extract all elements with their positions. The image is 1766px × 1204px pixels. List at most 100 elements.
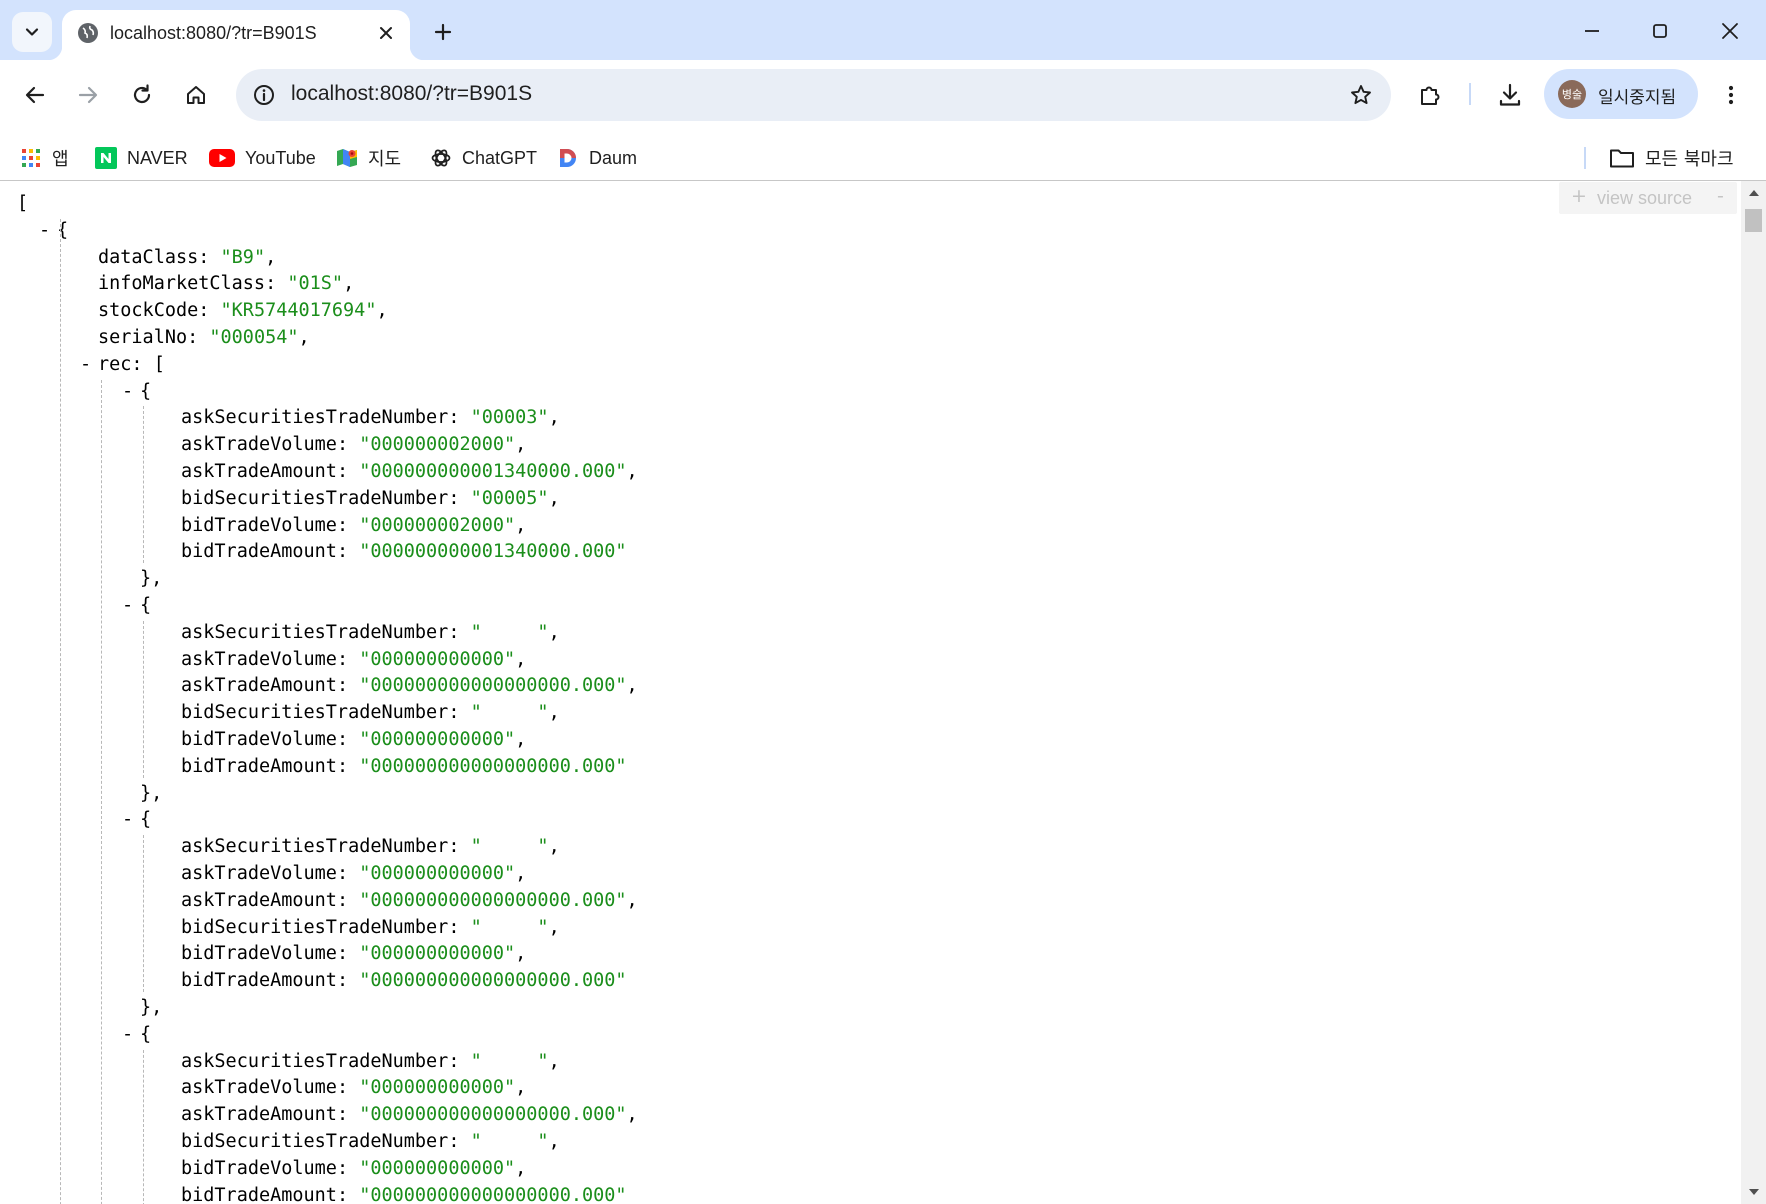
json-line: bidTradeAmount: "000000000001340000.000": [0, 538, 1700, 565]
reload-button[interactable]: [121, 74, 163, 116]
json-value: "000000000000000000.000": [359, 889, 627, 911]
json-line-content: askTradeAmount: "000000000000000000.000"…: [181, 1101, 638, 1128]
json-line-content: },: [140, 780, 162, 807]
json-line: bidSecuritiesTradeNumber: "00005",: [0, 485, 1700, 512]
scroll-up-button[interactable]: [1741, 181, 1766, 205]
collapse-all-button[interactable]: -: [1717, 185, 1724, 207]
download-icon: [1499, 83, 1521, 106]
bookmark-label: 지도: [368, 149, 402, 170]
bookmark-youtube[interactable]: YouTube: [209, 136, 316, 180]
json-punctuation: ,: [548, 702, 560, 724]
bookmark-maps[interactable]: 지도: [336, 136, 401, 180]
json-line: bidSecuritiesTradeNumber: " ",: [0, 914, 1700, 941]
json-value: " ": [470, 836, 549, 858]
json-line-content: {: [140, 378, 151, 405]
collapse-toggle[interactable]: -: [122, 592, 133, 619]
json-line-content: rec: [: [98, 351, 165, 378]
scrollbar-thumb[interactable]: [1745, 209, 1762, 232]
address-bar[interactable]: localhost:8080/?tr=B901S: [236, 69, 1391, 121]
view-source-control[interactable]: + view source -: [1559, 182, 1737, 214]
new-tab-button[interactable]: [426, 15, 460, 49]
json-key: rec: [98, 353, 132, 375]
json-colon: :: [336, 675, 360, 697]
collapse-toggle[interactable]: -: [122, 806, 133, 833]
json-punctuation: ,: [548, 1050, 560, 1072]
json-line-content: askTradeVolume: "000000002000",: [181, 431, 526, 458]
json-line: askSecuritiesTradeNumber: "00003",: [0, 404, 1700, 431]
json-line-content: askSecuritiesTradeNumber: " ",: [181, 833, 560, 860]
minimize-button[interactable]: [1566, 10, 1618, 52]
vertical-scrollbar[interactable]: [1741, 181, 1766, 1204]
folder-icon: [1609, 147, 1635, 169]
profile-button[interactable]: 병술 일시중지됨: [1544, 69, 1698, 119]
browser-menu-button[interactable]: [1710, 74, 1752, 116]
json-key: bidSecuritiesTradeNumber: [181, 702, 449, 724]
json-punctuation: ,: [626, 675, 638, 697]
json-colon: :: [336, 729, 360, 750]
json-punctuation: ,: [548, 836, 560, 858]
json-colon: :: [448, 621, 471, 643]
all-bookmarks-button[interactable]: 모든 북마크: [1609, 136, 1734, 180]
indent-guide: [143, 620, 144, 778]
json-punctuation: ,: [515, 943, 527, 965]
json-line-content: bidSecuritiesTradeNumber: " ",: [181, 914, 560, 941]
bookmark-label: NAVER: [127, 147, 188, 168]
bookmark-star-button[interactable]: [1341, 75, 1381, 115]
close-tab-button[interactable]: [372, 19, 400, 47]
json-line-content: infoMarketClass: "01S",: [98, 270, 354, 297]
bookmark-naver[interactable]: NAVER: [95, 136, 188, 180]
json-line-content: bidTradeAmount: "000000000001340000.000": [181, 538, 627, 565]
json-line-content: bidSecuritiesTradeNumber: " ",: [181, 699, 560, 726]
back-button[interactable]: [14, 74, 56, 116]
json-colon: :: [448, 702, 471, 724]
scroll-down-button[interactable]: [1741, 1180, 1766, 1204]
chevron-down-icon: [25, 28, 39, 36]
json-line-content: {: [140, 1021, 151, 1048]
json-key: bidTradeVolume: [181, 943, 337, 965]
view-source-label[interactable]: view source: [1597, 188, 1692, 209]
json-colon: :: [448, 836, 471, 858]
forward-button[interactable]: [67, 74, 109, 116]
tab-search-button[interactable]: [12, 12, 52, 52]
collapse-toggle[interactable]: -: [80, 351, 91, 378]
forward-icon: [78, 86, 98, 104]
home-button[interactable]: [175, 74, 217, 116]
json-line-content: bidTradeAmount: "000000000000000000.000": [181, 1182, 627, 1204]
close-window-button[interactable]: [1704, 10, 1756, 52]
json-colon: :: [448, 916, 471, 938]
active-tab[interactable]: localhost:8080/?tr=B901S: [48, 10, 424, 60]
json-line-content: askTradeAmount: "000000000000000000.000"…: [181, 672, 638, 699]
json-line: bidTradeAmount: "000000000000000000.000": [0, 1182, 1700, 1204]
json-line: [: [0, 190, 1700, 217]
downloads-button[interactable]: [1489, 74, 1531, 116]
extensions-icon: [1421, 86, 1440, 105]
json-colon: :: [336, 943, 360, 965]
json-line-content: bidTradeVolume: "000000000000",: [181, 726, 526, 753]
expand-all-button[interactable]: +: [1571, 185, 1587, 207]
json-key: askTradeVolume: [181, 863, 337, 884]
bookmark-chatgpt[interactable]: ChatGPT: [430, 136, 537, 180]
indent-guide: [60, 218, 61, 1204]
json-line: bidTradeVolume: "000000000000",: [0, 1155, 1700, 1182]
json-value: " ": [470, 621, 549, 643]
json-line: -{: [0, 217, 1700, 244]
url-text[interactable]: localhost:8080/?tr=B901S: [291, 82, 532, 106]
maximize-button[interactable]: [1634, 10, 1686, 52]
site-info-button[interactable]: [244, 75, 284, 115]
json-colon: :: [336, 541, 360, 563]
json-line: -{: [0, 1021, 1700, 1048]
bookmark-apps[interactable]: 앱: [20, 136, 69, 180]
json-key: askTradeVolume: [181, 648, 337, 670]
json-colon: :: [187, 327, 210, 348]
json-line: -{: [0, 806, 1700, 833]
collapse-toggle[interactable]: -: [122, 378, 133, 405]
bookmark-daum[interactable]: Daum: [557, 136, 637, 180]
json-value: "000000000000000000.000": [359, 755, 627, 777]
bookmarks-separator: [1584, 147, 1586, 169]
extensions-button[interactable]: [1409, 74, 1451, 116]
json-line-content: bidTradeAmount: "000000000000000000.000": [181, 967, 627, 994]
collapse-toggle[interactable]: -: [39, 217, 50, 244]
json-line: askTradeAmount: "000000000000000000.000"…: [0, 1101, 1700, 1128]
collapse-toggle[interactable]: -: [122, 1021, 133, 1048]
json-punctuation: ,: [515, 434, 527, 456]
